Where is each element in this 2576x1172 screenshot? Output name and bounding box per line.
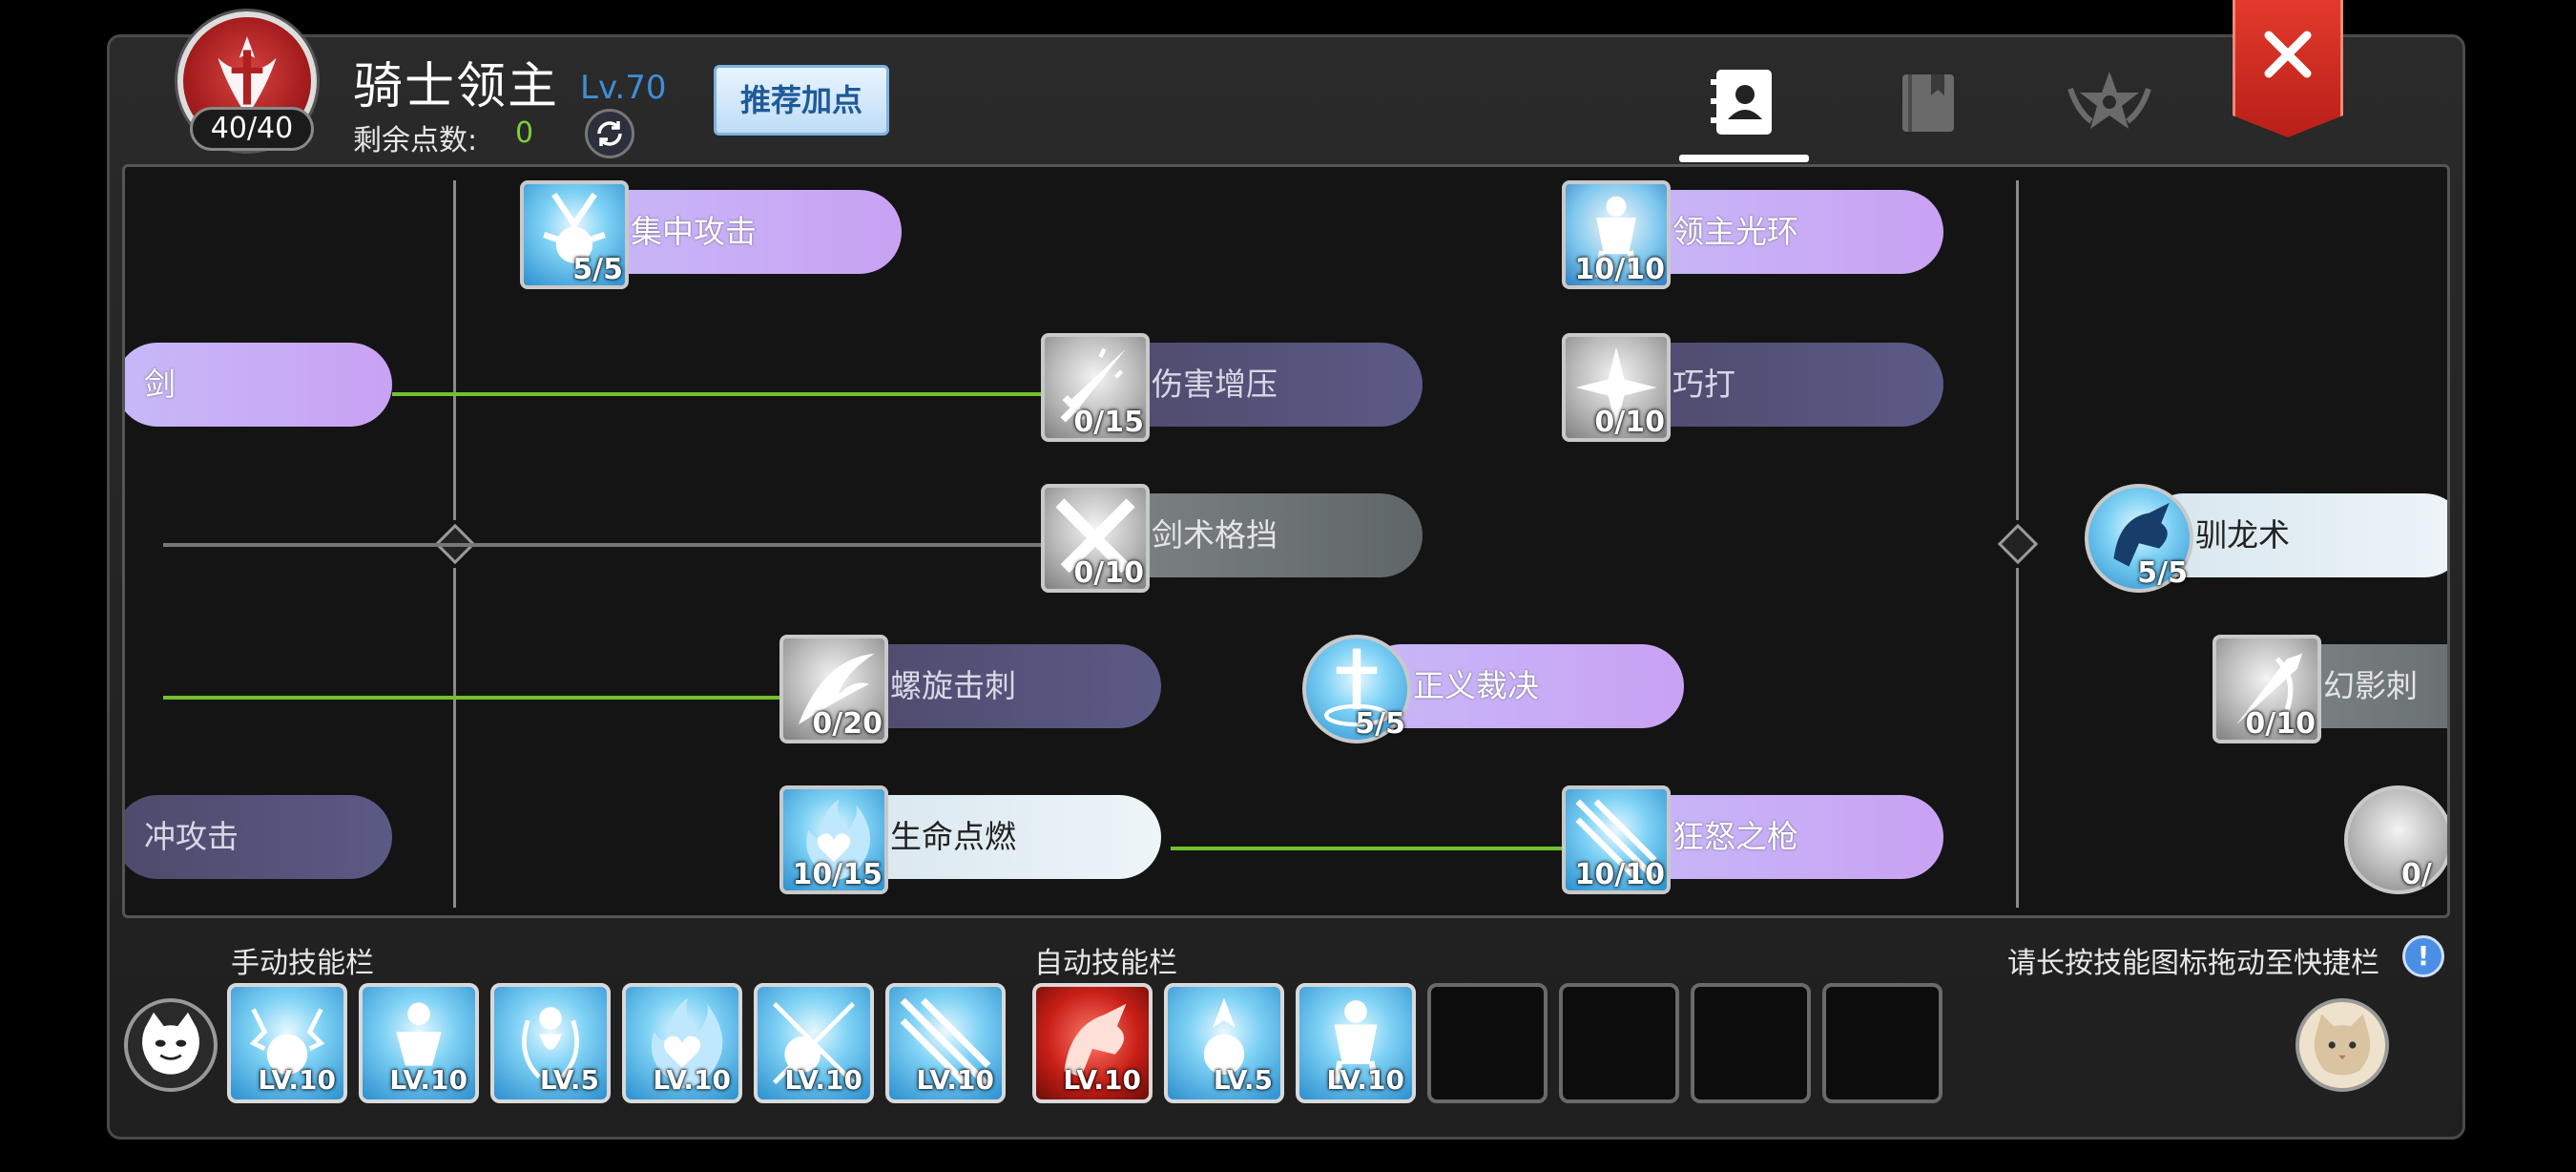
cat-avatar-icon[interactable] [2296, 998, 2389, 1092]
manual-skill-slot[interactable]: LV.10 [227, 983, 347, 1103]
skill-node[interactable]: 领主光环 10/10 [1562, 167, 1943, 289]
skill-node[interactable]: 伤害增压 0/15 [1041, 320, 1442, 442]
manual-skill-slot[interactable]: LV.10 [622, 983, 742, 1103]
auto-skill-slot-empty[interactable] [1427, 983, 1548, 1103]
tree-divider [453, 180, 456, 520]
skill-node[interactable]: 冲攻击 [125, 772, 402, 883]
skill-node[interactable]: 正义裁决 5/5 [1302, 621, 1703, 743]
drag-hint: 请长按技能图标拖动至快捷栏 [2007, 947, 2379, 980]
skill-node[interactable]: 集中攻击 5/5 [520, 167, 902, 289]
remaining-points-value: 0 [515, 116, 534, 150]
skill-node[interactable]: 生命点燃 10/15 [779, 772, 1180, 894]
manual-bar-label: 手动技能栏 [231, 947, 374, 980]
emblem-count: 40/40 [190, 107, 314, 151]
auto-skill-slot[interactable]: LV.5 [1164, 983, 1284, 1103]
cat-mask-avatar-icon[interactable] [124, 998, 218, 1092]
skill-node[interactable]: 驯龙术 5/5 [2085, 471, 2447, 593]
close-button[interactable] [2233, 0, 2343, 137]
auto-skill-slot-empty[interactable] [1691, 983, 1811, 1103]
level-label: Lv.70 [580, 69, 667, 107]
book-icon[interactable] [1885, 59, 1971, 145]
manual-skill-slot[interactable]: LV.10 [885, 983, 1006, 1103]
auto-bar-label: 自动技能栏 [1034, 947, 1177, 980]
auto-skill-slot[interactable]: LV.10 [1032, 983, 1153, 1103]
skill-node[interactable]: 巧打 0/10 [1562, 320, 1963, 442]
tree-divider [2016, 180, 2019, 520]
contact-book-icon[interactable] [1702, 59, 1788, 145]
skill-node[interactable]: 螺旋击刺 0/20 [779, 621, 1180, 743]
tree-divider [2016, 568, 2019, 908]
auto-skill-slot-empty[interactable] [1822, 983, 1942, 1103]
skill-tree: 集中攻击 5/5 领主光环 10/10 剑 伤害增压 0/15 巧打 0/10 … [122, 164, 2450, 918]
skill-node[interactable]: 狂怒之枪 10/10 [1562, 772, 1963, 894]
auto-skill-slot[interactable]: LV.10 [1296, 983, 1416, 1103]
recommend-points-button[interactable]: 推荐加点 [714, 65, 889, 136]
manual-skill-slot[interactable]: LV.10 [754, 983, 874, 1103]
remaining-points-label: 剩余点数: [353, 124, 478, 157]
skill-node[interactable]: 剑术格挡 0/10 [1041, 471, 1442, 593]
info-icon[interactable]: ! [2402, 935, 2444, 977]
auto-skill-slot-empty[interactable] [1559, 983, 1679, 1103]
divider-ornament-icon [1997, 523, 2039, 565]
star-emblem-icon[interactable] [2067, 59, 2152, 145]
tree-divider [453, 568, 456, 908]
active-tab-indicator [1679, 155, 1809, 162]
skill-node[interactable]: 幻影刺 0/10 [2212, 621, 2447, 743]
skill-node[interactable]: 0/ [2344, 772, 2447, 894]
refresh-icon[interactable] [585, 109, 634, 158]
skill-node[interactable]: 剑 [125, 320, 402, 430]
close-icon [2264, 31, 2312, 78]
manual-skill-slot[interactable]: LV.5 [490, 983, 611, 1103]
skill-connector [163, 543, 1165, 547]
page-title: 骑士领主 [353, 58, 560, 115]
manual-skill-slot[interactable]: LV.10 [359, 983, 479, 1103]
